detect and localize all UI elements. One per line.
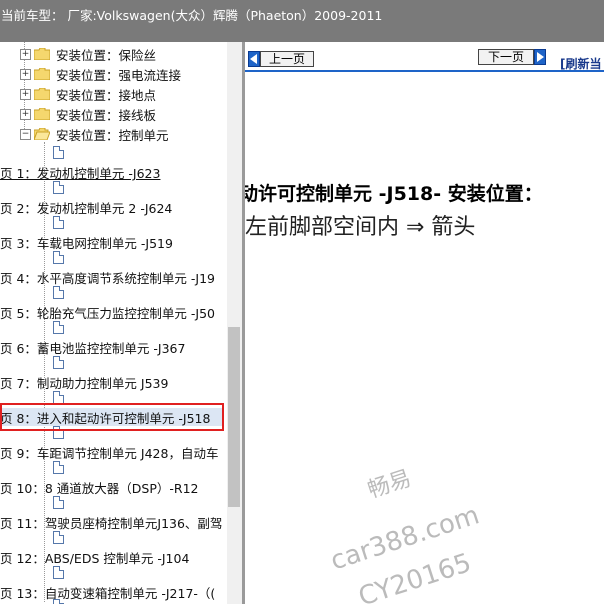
document-icon: [53, 181, 64, 194]
vehicle-title: 当前车型： 厂家:Volkswagen(大众）辉腾（Phaeton）2009-2…: [1, 8, 383, 23]
folder-open-icon: [34, 128, 50, 140]
folder-icon: [34, 48, 50, 60]
page-label: 页 3：车载电网控制单元 -J519: [0, 236, 173, 251]
next-arrow-icon[interactable]: [534, 49, 546, 65]
next-page-button[interactable]: 下一页: [478, 49, 534, 65]
tree-page-13[interactable]: 页 13：自动变速箱控制单元 -J217-（(: [0, 583, 215, 601]
tree-folder-label: 安装位置：强电流连接: [56, 68, 182, 83]
section-heading: 动许可控制单元 -J518- 安装位置：: [245, 183, 543, 205]
expand-icon[interactable]: +: [20, 69, 31, 80]
location-description: 左前脚部空间内 ⇒ 箭头: [245, 215, 476, 240]
tree-page-7[interactable]: 页 7：制动助力控制单元 J539: [0, 373, 168, 391]
title-bar: 当前车型： 厂家:Volkswagen(大众）辉腾（Phaeton）2009-2…: [0, 0, 604, 42]
tree-page-5[interactable]: 页 5：轮胎充气压力监控控制单元 -J50: [0, 303, 215, 321]
page-label: 页 12：ABS/EDS 控制单元 -J104: [0, 551, 190, 566]
collapse-icon[interactable]: −: [20, 129, 31, 140]
folder-icon: [34, 88, 50, 100]
tree-page-3[interactable]: 页 3：车载电网控制单元 -J519: [0, 233, 173, 251]
page-label: 页 4：水平高度调节系统控制单元 -J19: [0, 271, 216, 286]
page-navigation-bar: 上一页 下一页 [刷新当: [245, 47, 604, 71]
expand-icon[interactable]: +: [20, 89, 31, 100]
document-icon: [53, 251, 64, 264]
page-label: 页 13：自动变速箱控制单元 -J217-（(: [0, 586, 216, 601]
tree-folder-label: 安装位置：保险丝: [56, 48, 157, 63]
prev-arrow-icon[interactable]: [248, 51, 260, 67]
document-icon: [53, 461, 64, 474]
tree-panel: + 安装位置：保险丝 + 安装位置：强电流连接 + 安装位置：接地点 + 安装位…: [0, 42, 242, 604]
expand-icon[interactable]: +: [20, 109, 31, 120]
tree-page-10[interactable]: 页 10：8 通道放大器（DSP）-R12: [0, 478, 199, 496]
tree-page-4[interactable]: 页 4：水平高度调节系统控制单元 -J19: [0, 268, 215, 286]
document-icon: [53, 146, 64, 159]
tree-folder-label: 安装位置：接线板: [56, 108, 157, 123]
tree-page-12[interactable]: 页 12：ABS/EDS 控制单元 -J104: [0, 548, 189, 566]
prev-page-button[interactable]: 上一页: [260, 51, 314, 67]
document-icon: [53, 216, 64, 229]
navigation-divider: [245, 70, 604, 72]
tree-scrollbar[interactable]: [227, 42, 242, 604]
watermark-text-1: 畅易: [364, 466, 415, 504]
tree-page-1[interactable]: 页 1：发动机控制单元 -J623: [0, 163, 160, 181]
document-icon: [53, 286, 64, 299]
page-label: 页 7：制动助力控制单元 J539: [0, 376, 169, 391]
tree-scrollbar-thumb[interactable]: [228, 327, 240, 507]
page-label: 页 1：发动机控制单元 -J623: [0, 166, 161, 181]
tree-page-9[interactable]: 页 9：车距调节控制单元 J428，自动车: [0, 443, 218, 461]
page-label: 页 10：8 通道放大器（DSP）-R12: [0, 481, 199, 496]
tree-page-6[interactable]: 页 6：蓄电池监控控制单元 -J367: [0, 338, 185, 356]
folder-icon: [34, 68, 50, 80]
tree-folder-label: 安装位置：接地点: [56, 88, 157, 103]
page-label: 页 2：发动机控制单元 2 -J624: [0, 201, 173, 216]
folder-icon: [34, 108, 50, 120]
page-label: 页 11：驾驶员座椅控制单元J136、副驾: [0, 516, 223, 531]
page-label: 页 6：蓄电池监控控制单元 -J367: [0, 341, 186, 356]
tree-folder-label: 安装位置：控制单元: [56, 128, 169, 143]
expand-icon[interactable]: +: [20, 49, 31, 60]
document-icon: [53, 496, 64, 509]
tree-page-2[interactable]: 页 2：发动机控制单元 2 -J624: [0, 198, 172, 216]
page-label: 页 9：车距调节控制单元 J428，自动车: [0, 446, 219, 461]
selection-highlight-box: [0, 403, 224, 431]
tree-page-11[interactable]: 页 11：驾驶员座椅控制单元J136、副驾: [0, 513, 222, 531]
document-icon: [53, 599, 64, 604]
document-icon: [53, 566, 64, 579]
document-icon: [53, 531, 64, 544]
document-icon: [53, 356, 64, 369]
page-label: 页 5：轮胎充气压力监控控制单元 -J50: [0, 306, 216, 321]
document-icon: [53, 321, 64, 334]
content-panel: 上一页 下一页 [刷新当 动许可控制单元 -J518- 安装位置： 左前脚部空间…: [245, 42, 604, 604]
